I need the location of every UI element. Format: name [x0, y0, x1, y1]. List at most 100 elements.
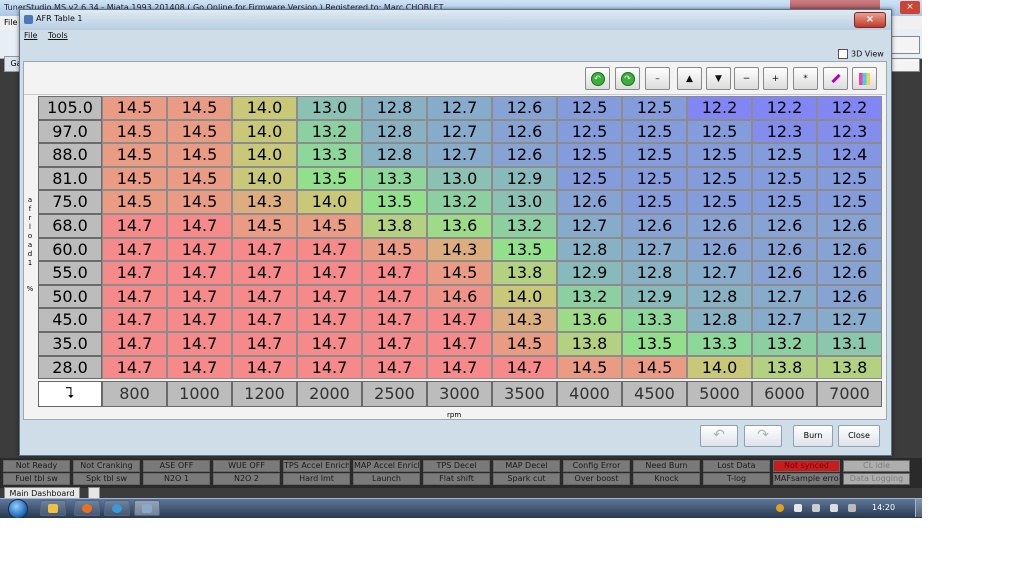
afr-cell[interactable]: 12.3	[817, 119, 882, 144]
taskbar-tunerstudio[interactable]	[134, 500, 160, 516]
afr-cell[interactable]: 12.6	[557, 190, 622, 214]
afr-cell[interactable]: 14.5	[622, 355, 687, 380]
afr-cell[interactable]: 12.5	[687, 119, 752, 144]
x-axis-value[interactable]: 800	[102, 381, 167, 407]
afr-cell[interactable]: 12.7	[687, 261, 752, 285]
afr-cell[interactable]: 12.7	[622, 237, 687, 262]
afr-cell[interactable]: 14.0	[687, 355, 752, 380]
afr-cell[interactable]: 12.6	[752, 237, 817, 262]
afr-cell[interactable]: 12.8	[687, 284, 752, 309]
afr-cell[interactable]: 13.2	[297, 119, 362, 144]
afr-cell[interactable]: 14.3	[427, 237, 492, 262]
volume-icon[interactable]	[848, 504, 856, 512]
afr-cell[interactable]: 12.8	[362, 96, 427, 120]
afr-cell[interactable]: 12.3	[752, 119, 817, 144]
afr-cell[interactable]: 14.7	[297, 308, 362, 332]
x-axis-value[interactable]: 6000	[752, 381, 817, 407]
afr-cell[interactable]: 12.5	[622, 143, 687, 167]
afr-cell[interactable]: 12.5	[622, 166, 687, 191]
afr-cell[interactable]: 12.2	[752, 96, 817, 120]
afr-cell[interactable]: 14.5	[362, 237, 427, 262]
y-axis-value[interactable]: 97.0	[38, 119, 102, 144]
x-axis-value[interactable]: 5000	[687, 381, 752, 407]
afr-cell[interactable]: 13.2	[427, 190, 492, 214]
afr-cell[interactable]: 14.5	[427, 261, 492, 285]
afr-cell[interactable]: 12.5	[752, 190, 817, 214]
afr-cell[interactable]: 14.7	[362, 355, 427, 380]
afr-cell[interactable]: 12.7	[817, 308, 882, 332]
afr-cell[interactable]: 12.5	[557, 143, 622, 167]
x-axis-value[interactable]: 7000	[817, 381, 882, 407]
afr-cell[interactable]: 14.7	[232, 237, 297, 262]
afr-cell[interactable]: 14.5	[102, 190, 167, 214]
afr-cell[interactable]: 12.5	[687, 190, 752, 214]
tray-icon-1[interactable]	[776, 504, 784, 512]
afr-cell[interactable]: 14.7	[102, 308, 167, 332]
afr-cell[interactable]: 14.7	[297, 332, 362, 356]
afr-cell[interactable]: 12.8	[622, 261, 687, 285]
afr-cell[interactable]: 14.7	[427, 355, 492, 380]
afr-cell[interactable]: 12.9	[622, 284, 687, 309]
afr-cell[interactable]: 14.7	[102, 237, 167, 262]
afr-cell[interactable]: 12.8	[362, 119, 427, 144]
start-button-icon[interactable]	[8, 499, 28, 518]
afr-cell[interactable]: 13.5	[622, 332, 687, 356]
afr-cell[interactable]: 14.7	[297, 261, 362, 285]
afr-cell[interactable]: 14.6	[427, 284, 492, 309]
y-axis-value[interactable]: 35.0	[38, 332, 102, 356]
afr-cell[interactable]: 14.0	[492, 284, 557, 309]
afr-cell[interactable]: 12.5	[817, 166, 882, 191]
afr-cell[interactable]: 13.2	[752, 332, 817, 356]
afr-cell[interactable]: 14.3	[232, 190, 297, 214]
afr-cell[interactable]: 12.5	[557, 166, 622, 191]
taskbar-explorer[interactable]	[40, 500, 66, 516]
afr-cell[interactable]: 14.7	[232, 261, 297, 285]
afr-cell[interactable]: 14.5	[167, 143, 232, 167]
afr-cell[interactable]: 12.6	[817, 284, 882, 309]
afr-cell[interactable]: 13.3	[362, 166, 427, 191]
afr-cell[interactable]: 12.8	[687, 308, 752, 332]
afr-cell[interactable]: 14.0	[232, 166, 297, 191]
afr-cell[interactable]: 12.6	[817, 214, 882, 238]
afr-cell[interactable]: 12.2	[817, 96, 882, 120]
afr-cell[interactable]: 13.2	[492, 214, 557, 238]
afr-cell[interactable]: 14.7	[362, 332, 427, 356]
afr-cell[interactable]: 12.7	[427, 143, 492, 167]
tray-icon-2[interactable]	[794, 504, 802, 512]
afr-cell[interactable]: 14.0	[232, 96, 297, 120]
afr-cell[interactable]: 14.5	[102, 143, 167, 167]
taskbar-media[interactable]	[74, 500, 100, 516]
afr-cell[interactable]: 14.7	[362, 284, 427, 309]
afr-cell[interactable]: 14.7	[232, 308, 297, 332]
afr-cell[interactable]: 12.5	[687, 166, 752, 191]
afr-cell[interactable]: 14.7	[362, 308, 427, 332]
y-axis-value[interactable]: 75.0	[38, 190, 102, 214]
afr-cell[interactable]: 13.8	[817, 355, 882, 380]
x-axis-value[interactable]: 2000	[297, 381, 362, 407]
afr-cell[interactable]: 12.5	[557, 96, 622, 120]
afr-cell[interactable]: 12.6	[492, 96, 557, 120]
x-axis-value[interactable]: 2500	[362, 381, 427, 407]
afr-cell[interactable]: 13.0	[427, 166, 492, 191]
y-axis-value[interactable]: 105.0	[38, 96, 102, 120]
taskbar-browser[interactable]	[104, 500, 130, 516]
y-axis-value[interactable]: 68.0	[38, 214, 102, 238]
afr-cell[interactable]: 14.7	[232, 332, 297, 356]
afr-cell[interactable]: 13.6	[557, 308, 622, 332]
afr-cell[interactable]: 14.7	[427, 308, 492, 332]
afr-cell[interactable]: 13.5	[492, 237, 557, 262]
afr-cell[interactable]: 13.8	[492, 261, 557, 285]
afr-cell[interactable]: 12.5	[752, 166, 817, 191]
afr-cell[interactable]: 12.7	[557, 214, 622, 238]
afr-cell[interactable]: 14.5	[167, 166, 232, 191]
afr-cell[interactable]: 12.4	[817, 143, 882, 167]
afr-cell[interactable]: 13.8	[752, 355, 817, 380]
afr-cell[interactable]: 13.5	[362, 190, 427, 214]
afr-cell[interactable]: 14.7	[427, 332, 492, 356]
afr-cell[interactable]: 12.7	[427, 96, 492, 120]
y-axis-value[interactable]: 50.0	[38, 284, 102, 309]
y-axis-value[interactable]: 81.0	[38, 166, 102, 191]
afr-cell[interactable]: 14.7	[167, 237, 232, 262]
afr-cell[interactable]: 14.7	[232, 284, 297, 309]
afr-cell[interactable]: 12.6	[492, 143, 557, 167]
